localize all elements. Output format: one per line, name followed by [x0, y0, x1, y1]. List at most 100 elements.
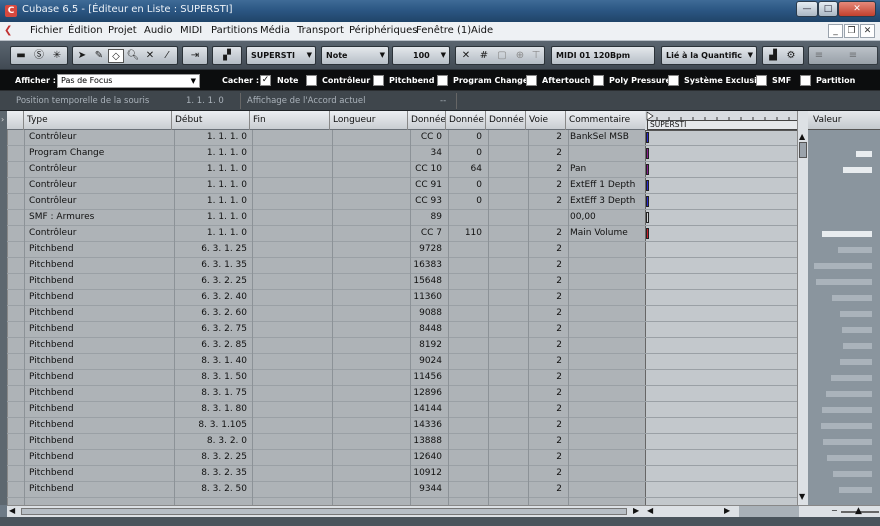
event-marker[interactable] [646, 228, 649, 239]
lane-row[interactable] [645, 274, 797, 290]
lane-row[interactable] [645, 258, 797, 274]
cell-data1[interactable]: 89 [408, 210, 442, 225]
cell-data2[interactable] [446, 482, 482, 497]
cell-comment[interactable] [570, 290, 644, 305]
lane-row[interactable] [645, 450, 797, 466]
cell-start[interactable]: 6. 3. 1. 25 [172, 242, 247, 257]
cell-comment[interactable]: Pan [570, 162, 644, 177]
cell-start[interactable]: 8. 3. 2. 25 [172, 450, 247, 465]
lane-row[interactable] [645, 290, 797, 306]
lane-row[interactable] [645, 386, 797, 402]
cell-start[interactable]: 8. 3. 1. 50 [172, 370, 247, 385]
cell-data2[interactable]: 64 [446, 162, 482, 177]
cell-channel[interactable]: 2 [526, 450, 562, 465]
column-type[interactable]: Type [24, 111, 172, 130]
cell-data1[interactable]: 12896 [408, 386, 442, 401]
lane-horizontal-scrollbar[interactable]: ◀ ▶ − ▲ [645, 505, 880, 517]
cell-start[interactable]: 8. 3. 2. 0 [172, 434, 247, 449]
menu-edition[interactable]: Édition [68, 25, 103, 36]
cell-data1[interactable]: 9728 [408, 242, 442, 257]
cell-data2[interactable]: 110 [446, 226, 482, 241]
cell-data2[interactable] [446, 370, 482, 385]
focus-select[interactable]: Pas de Focus ▼ [57, 74, 200, 88]
mute-tool-icon[interactable]: ✕ [142, 49, 158, 63]
scroll-thumb[interactable] [799, 142, 807, 158]
cell-channel[interactable]: 2 [526, 306, 562, 321]
column-length[interactable]: Longueur [330, 111, 408, 130]
cell-channel[interactable]: 2 [526, 290, 562, 305]
lane-row[interactable] [645, 194, 797, 210]
cell-comment[interactable]: ExtEff 3 Depth [570, 194, 644, 209]
cell-type[interactable]: Pitchbend [29, 354, 169, 369]
cell-comment[interactable]: BankSel MSB [570, 130, 644, 145]
column-channel[interactable]: Voie [526, 111, 566, 130]
cell-comment[interactable] [570, 434, 644, 449]
cell-comment[interactable] [570, 242, 644, 257]
table-row[interactable]: Pitchbend 6. 3. 1. 25 9728 2 [7, 242, 645, 258]
cell-data2[interactable] [446, 210, 482, 225]
cell-channel[interactable]: 2 [526, 434, 562, 449]
cell-comment[interactable] [570, 258, 644, 273]
scroll-left-icon[interactable]: ◀ [9, 506, 15, 515]
table-row[interactable]: Contrôleur 1. 1. 1. 0 CC 93 0 2 ExtEff 3 Dept… [7, 194, 645, 210]
cell-data1[interactable]: 13888 [408, 434, 442, 449]
cell-type[interactable]: Pitchbend [29, 306, 169, 321]
table-row[interactable]: Contrôleur 1. 1. 1. 0 CC 91 0 2 ExtEff 1 Dept… [7, 178, 645, 194]
scroll-right-icon[interactable]: ▶ [633, 506, 639, 515]
cell-data2[interactable] [446, 354, 482, 369]
cell-data2[interactable] [446, 434, 482, 449]
cell-comment[interactable] [570, 146, 644, 161]
zoom-tool-icon[interactable]: 🔍︎ [125, 49, 141, 63]
checkbox-pitchbend[interactable] [373, 75, 384, 86]
table-row[interactable]: Pitchbend 8. 3. 1. 75 12896 2 [7, 386, 645, 402]
lane-row[interactable] [645, 242, 797, 258]
draw-tool-icon[interactable]: ✎ [91, 49, 107, 63]
cell-data2[interactable] [446, 274, 482, 289]
cell-channel[interactable]: 2 [526, 322, 562, 337]
event-marker[interactable] [646, 212, 649, 223]
cell-start[interactable]: 6. 3. 2. 75 [172, 322, 247, 337]
cell-data2[interactable] [446, 306, 482, 321]
lane-row[interactable] [645, 226, 797, 242]
column-data3[interactable]: Donnée [486, 111, 526, 130]
cell-data1[interactable]: 9344 [408, 482, 442, 497]
cell-data1[interactable]: CC 91 [408, 178, 442, 193]
table-row[interactable]: Pitchbend 8. 3. 2. 50 9344 2 [7, 482, 645, 498]
value-bar[interactable] [840, 311, 872, 317]
cell-data1[interactable]: 34 [408, 146, 442, 161]
cell-type[interactable]: Pitchbend [29, 434, 169, 449]
cell-type[interactable]: Pitchbend [29, 370, 169, 385]
cell-data2[interactable] [446, 322, 482, 337]
cell-start[interactable]: 1. 1. 1. 0 [172, 226, 247, 241]
table-row[interactable]: Program Change 1. 1. 1. 0 34 0 2 [7, 146, 645, 162]
cell-channel[interactable]: 2 [526, 466, 562, 481]
cell-comment[interactable] [570, 274, 644, 289]
lane-row[interactable] [645, 130, 797, 146]
cell-start[interactable]: 8. 3. 1. 80 [172, 402, 247, 417]
value-bar[interactable] [814, 263, 872, 269]
cell-channel[interactable]: 2 [526, 178, 562, 193]
cell-type[interactable]: Pitchbend [29, 386, 169, 401]
menu-audio[interactable]: Audio [144, 25, 172, 36]
value-bar[interactable] [822, 231, 872, 237]
event-marker[interactable] [646, 132, 649, 143]
cell-channel[interactable]: 2 [526, 338, 562, 353]
cell-type[interactable]: Pitchbend [29, 450, 169, 465]
cell-comment[interactable] [570, 402, 644, 417]
mdi-restore-button[interactable]: ❐ [844, 24, 859, 38]
cell-type[interactable]: Pitchbend [29, 258, 169, 273]
cell-start[interactable]: 8. 3. 1. 40 [172, 354, 247, 369]
checkbox-aftertouch[interactable] [526, 75, 537, 86]
cell-type[interactable]: Pitchbend [29, 242, 169, 257]
table-row[interactable]: Pitchbend 8. 3. 1. 80 14144 2 [7, 402, 645, 418]
table-row[interactable]: Contrôleur 1. 1. 1. 0 CC 10 64 2 Pan [7, 162, 645, 178]
value-bar[interactable] [823, 439, 872, 445]
feedback-icon[interactable]: ✳ [49, 49, 65, 63]
cell-channel[interactable]: 2 [526, 482, 562, 497]
cell-start[interactable]: 1. 1. 1. 0 [172, 130, 247, 145]
cell-type[interactable]: Contrôleur [29, 194, 169, 209]
cell-data2[interactable] [446, 466, 482, 481]
cell-data1[interactable]: 14144 [408, 402, 442, 417]
menu-peripheriques[interactable]: Périphériques [349, 25, 418, 36]
maximize-button[interactable]: □ [818, 1, 838, 17]
